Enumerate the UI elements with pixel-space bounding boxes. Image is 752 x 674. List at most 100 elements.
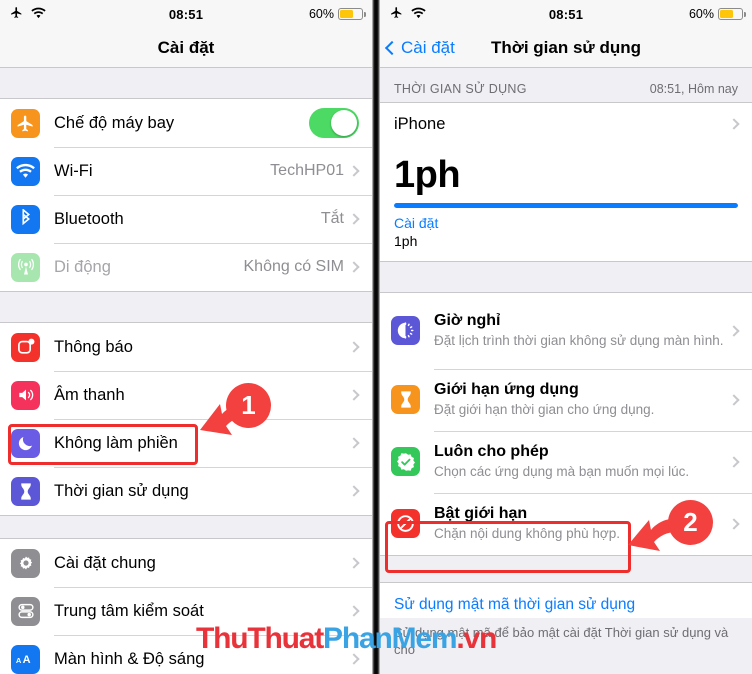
row-label: iPhone bbox=[394, 114, 446, 133]
row-app-limits[interactable]: Giới hạn ứng dụng Đặt giới hạn thời gian… bbox=[380, 368, 752, 431]
cellular-icon bbox=[11, 252, 40, 282]
row-general[interactable]: Cài đặt chung bbox=[0, 539, 372, 587]
section-header-screen-time: THỜI GIAN SỬ DỤNG 08:51, Hôm nay bbox=[380, 68, 752, 102]
row-subtitle: Chọn các ứng dụng mà bạn muốn mọi lúc. bbox=[434, 463, 690, 479]
row-text: Giới hạn ứng dụng Đặt giới hạn thời gian… bbox=[434, 373, 730, 427]
row-airplane-mode[interactable]: Chế độ máy bay bbox=[0, 99, 372, 147]
chevron-right-icon bbox=[348, 165, 360, 177]
status-bar-left: 08:51 60% bbox=[0, 0, 372, 28]
always-allowed-check-icon bbox=[391, 447, 420, 477]
hourglass-icon bbox=[11, 476, 40, 506]
list-top-gap bbox=[0, 68, 372, 98]
row-label: Chế độ máy bay bbox=[54, 113, 175, 132]
status-bar-right: 08:51 60% bbox=[380, 0, 752, 28]
watermark-part1: ThuThuat bbox=[196, 622, 324, 655]
row-downtime[interactable]: Giờ nghỉ Đặt lịch trình thời gian không … bbox=[380, 292, 752, 369]
row-do-not-disturb[interactable]: Không làm phiền bbox=[0, 419, 372, 467]
row-label: Di động bbox=[54, 257, 111, 276]
section-header-timestamp: 08:51, Hôm nay bbox=[649, 82, 738, 96]
chevron-right-icon bbox=[728, 325, 740, 337]
chevron-right-icon bbox=[728, 518, 740, 530]
features-gap bbox=[380, 555, 752, 582]
chevron-right-icon bbox=[348, 261, 360, 273]
row-cellular[interactable]: Di động Không có SIM bbox=[0, 243, 372, 291]
group-gap-1 bbox=[0, 292, 372, 322]
row-title: Giới hạn ứng dụng bbox=[434, 380, 579, 398]
page-title: Cài đặt bbox=[157, 37, 215, 57]
battery-percent-label: 60% bbox=[308, 7, 334, 21]
airplane-mode-toggle[interactable] bbox=[309, 108, 359, 138]
hourglass-icon bbox=[391, 385, 420, 415]
chevron-right-icon bbox=[348, 557, 360, 569]
settings-group-notifications: Thông báo Âm thanh Không làm phiền Thời … bbox=[0, 322, 372, 516]
watermark-part3: .vn bbox=[456, 622, 497, 655]
downtime-clock-icon bbox=[391, 316, 420, 346]
wifi-icon bbox=[11, 156, 40, 186]
row-label: Không làm phiền bbox=[54, 433, 178, 452]
use-screen-time-passcode-link[interactable]: Sử dụng mật mã thời gian sử dụng bbox=[394, 596, 738, 614]
annotation-badge-1: 1 bbox=[226, 383, 271, 428]
settings-group-connectivity: Chế độ máy bay Wi-Fi TechHP01 Bluetooth bbox=[0, 98, 372, 292]
chevron-right-icon bbox=[728, 394, 740, 406]
status-right-cluster: 60% bbox=[688, 7, 746, 21]
row-sounds[interactable]: Âm thanh bbox=[0, 371, 372, 419]
left-phone-screen: 08:51 60% Cài đặt Chế độ máy bay Wi-Fi T… bbox=[0, 0, 372, 674]
device-group: iPhone bbox=[380, 102, 752, 145]
row-bluetooth[interactable]: Bluetooth Tắt bbox=[0, 195, 372, 243]
restrictions-prohibition-icon bbox=[391, 509, 420, 539]
battery-icon bbox=[718, 8, 746, 20]
control-center-icon bbox=[11, 596, 40, 626]
row-label: Wi-Fi bbox=[54, 161, 93, 180]
usage-app-time: 1ph bbox=[394, 232, 418, 249]
usage-total-time: 1ph bbox=[394, 154, 461, 196]
usage-progress-bar bbox=[394, 202, 738, 208]
section-header-label: THỜI GIAN SỬ DỤNG bbox=[394, 82, 527, 96]
svg-text:A: A bbox=[22, 654, 30, 666]
sound-icon bbox=[11, 380, 40, 410]
status-right-cluster: 60% bbox=[308, 7, 366, 21]
annotation-badge-2: 2 bbox=[668, 500, 713, 545]
usage-gap bbox=[380, 261, 752, 292]
row-title: Luôn cho phép bbox=[434, 442, 549, 460]
watermark-part2: PhanMem bbox=[323, 622, 457, 655]
back-button[interactable]: Cài đặt bbox=[380, 38, 455, 58]
row-wifi[interactable]: Wi-Fi TechHP01 bbox=[0, 147, 372, 195]
row-label: Thời gian sử dụng bbox=[54, 481, 189, 500]
settings-list-left[interactable]: Chế độ máy bay Wi-Fi TechHP01 Bluetooth bbox=[0, 68, 372, 674]
row-always-allowed[interactable]: Luôn cho phép Chọn các ứng dụng mà bạn m… bbox=[380, 430, 752, 493]
nav-bar-right: Cài đặt Thời gian sử dụng bbox=[380, 28, 752, 68]
notifications-icon bbox=[11, 332, 40, 362]
screen-time-list[interactable]: THỜI GIAN SỬ DỤNG 08:51, Hôm nay iPhone … bbox=[380, 68, 752, 674]
row-screen-time[interactable]: Thời gian sử dụng bbox=[0, 467, 372, 515]
back-button-label: Cài đặt bbox=[401, 37, 455, 57]
row-value: TechHP01 bbox=[270, 162, 344, 179]
battery-percent-label: 60% bbox=[688, 7, 714, 21]
gear-icon bbox=[11, 548, 40, 578]
row-label: Bluetooth bbox=[54, 209, 124, 228]
watermark: ThuThuatPhanMem.vn bbox=[196, 622, 497, 656]
chevron-right-icon bbox=[348, 485, 360, 497]
usage-app-name: Cài đặt bbox=[394, 214, 439, 231]
annotation-number: 2 bbox=[683, 507, 698, 537]
group-gap-2 bbox=[0, 516, 372, 538]
screen-time-passcode-section: Sử dụng mật mã thời gian sử dụng bbox=[380, 581, 752, 618]
right-phone-screen: 08:51 60% Cài đặt Thời gian sử dụng THỜI… bbox=[380, 0, 752, 674]
nav-bar-left: Cài đặt bbox=[0, 28, 372, 68]
row-device-iphone[interactable]: iPhone bbox=[380, 103, 752, 145]
svg-text:A: A bbox=[15, 656, 21, 665]
chevron-left-icon bbox=[384, 40, 400, 55]
chevron-right-icon bbox=[728, 456, 740, 468]
display-aa-icon: A A bbox=[11, 644, 40, 674]
battery-icon bbox=[338, 8, 366, 20]
row-notifications[interactable]: Thông báo bbox=[0, 323, 372, 371]
chevron-right-icon bbox=[728, 118, 740, 130]
row-text: Giờ nghỉ Đặt lịch trình thời gian không … bbox=[434, 304, 730, 358]
row-subtitle: Đặt giới hạn thời gian cho ứng dụng. bbox=[434, 401, 655, 417]
row-value: Không có SIM bbox=[243, 258, 345, 275]
row-label: Thông báo bbox=[54, 337, 133, 356]
chevron-right-icon bbox=[348, 341, 360, 353]
row-value: Tắt bbox=[320, 210, 344, 227]
chevron-right-icon bbox=[348, 389, 360, 401]
moon-icon bbox=[11, 428, 40, 458]
row-title: Giờ nghỉ bbox=[434, 311, 501, 329]
